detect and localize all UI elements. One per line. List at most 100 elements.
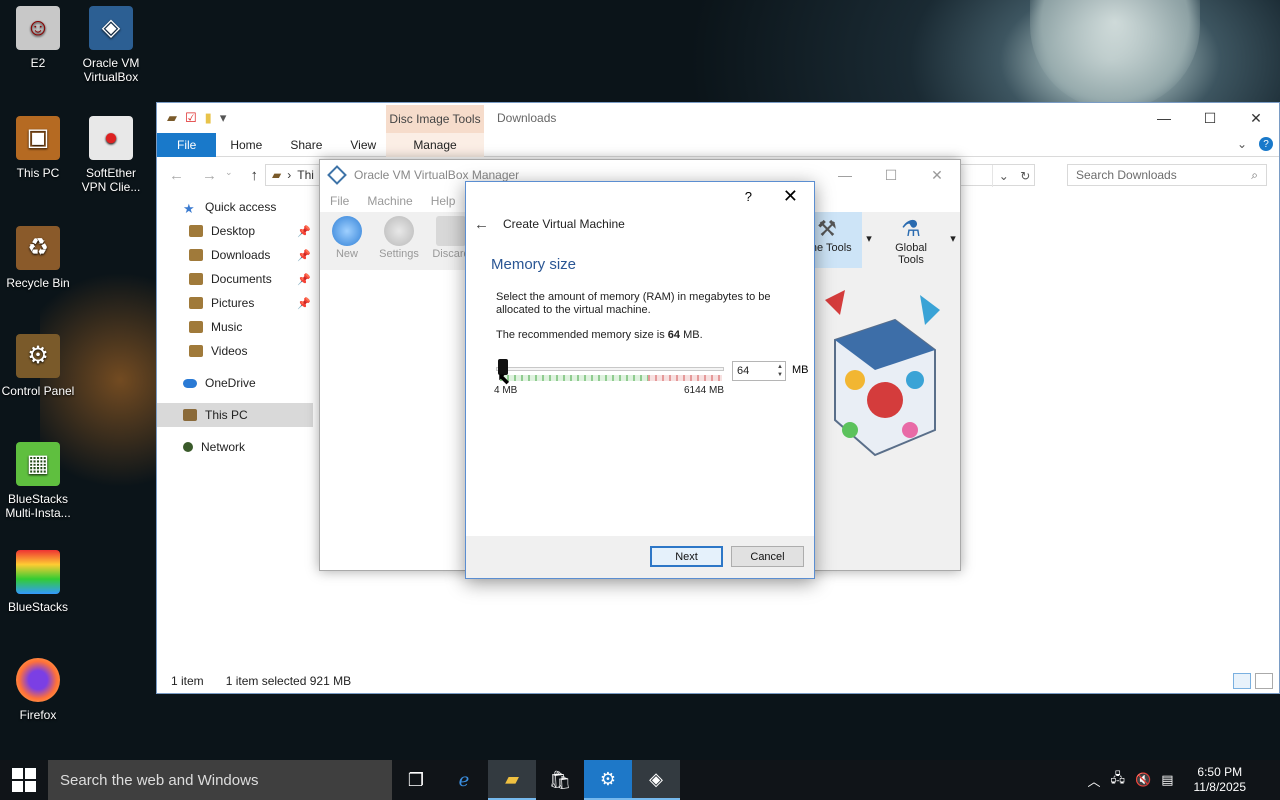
tab-file[interactable]: File: [157, 132, 217, 157]
desktop-icon-label: Control Panel: [1, 384, 75, 398]
message-icon[interactable]: ▤: [1161, 772, 1173, 788]
nav-item-quick-access[interactable]: ★ Quick access: [157, 195, 313, 219]
search-input[interactable]: Search Downloads ⌕: [1067, 164, 1267, 186]
nav-label: OneDrive: [205, 376, 256, 390]
nav-arrows: ← → ⌄ ↑: [157, 167, 258, 184]
search-placeholder: Search Downloads: [1076, 168, 1177, 182]
desktop-icon-control-panel[interactable]: ⚙ Control Panel: [0, 334, 76, 398]
up-arrow-icon[interactable]: ↑: [251, 167, 259, 184]
edge-icon[interactable]: ℯ: [440, 760, 488, 800]
spin-arrows-icon[interactable]: ▲ ▼: [777, 363, 783, 379]
network-icon: [183, 442, 193, 452]
vbox-title: Oracle VM VirtualBox Manager: [354, 168, 520, 182]
next-button[interactable]: Next: [650, 546, 723, 567]
vm-list[interactable]: [320, 270, 466, 570]
menu-file[interactable]: File: [330, 194, 349, 208]
minimize-icon[interactable]: —: [1141, 103, 1187, 133]
store-icon[interactable]: 🛍: [536, 760, 584, 800]
e2-icon: ☺: [16, 6, 60, 50]
desktop-icon-label: Firefox: [19, 708, 57, 722]
settings-button[interactable]: Settings: [376, 212, 422, 264]
discard-arrow-icon: [436, 216, 466, 246]
chevron-down-icon[interactable]: ▾: [946, 212, 960, 268]
large-icons-view-icon[interactable]: [1255, 673, 1273, 689]
refresh-icon[interactable]: ↻: [1020, 169, 1030, 183]
new-folder-icon[interactable]: ▮: [205, 110, 212, 126]
memory-slider-area: ⬉ 64 ▲ ▼ MB 4 MB 6144 MB: [494, 355, 809, 396]
desktop-icon-firefox[interactable]: Firefox: [0, 658, 76, 722]
chevron-up-icon[interactable]: ︿: [1088, 771, 1101, 790]
close-icon[interactable]: ✕: [1233, 103, 1279, 133]
nav-item-desktop[interactable]: Desktop 📌: [157, 219, 313, 243]
chevron-down-icon[interactable]: ⌄: [1237, 137, 1247, 151]
memory-spinbox[interactable]: 64 ▲ ▼: [732, 361, 786, 381]
slider-min-label: 4 MB: [494, 385, 518, 396]
task-view-icon[interactable]: ❐: [392, 760, 440, 800]
address-controls: ⌄ ↻: [992, 165, 1036, 187]
chevron-down-icon[interactable]: ⌄: [225, 167, 233, 184]
windows-logo-icon: [12, 768, 36, 792]
file-explorer-icon[interactable]: ▰: [488, 760, 536, 800]
taskbar-apps: ❐ ℯ ▰ 🛍 ⚙ ◈: [392, 760, 680, 800]
network-icon[interactable]: 🖧: [1111, 769, 1126, 791]
forward-icon[interactable]: →: [202, 167, 217, 184]
global-tools-label: Global Tools: [895, 242, 927, 266]
tab-view[interactable]: View: [336, 133, 390, 157]
help-icon[interactable]: ?: [745, 189, 752, 204]
details-view-icon[interactable]: [1233, 673, 1251, 689]
minimize-icon[interactable]: —: [822, 160, 868, 190]
nav-item-onedrive[interactable]: OneDrive: [157, 371, 313, 395]
bluestacks-multi-icon: ▦: [16, 442, 60, 486]
start-button[interactable]: [0, 760, 48, 800]
chevron-down-icon[interactable]: ▾: [862, 212, 876, 268]
back-icon[interactable]: ←: [169, 167, 184, 184]
this-pc-icon: ▣: [16, 116, 60, 160]
nav-item-network[interactable]: Network: [157, 435, 313, 459]
desktop-icon-bluestacks[interactable]: BlueStacks: [0, 550, 76, 614]
clock[interactable]: 6:50 PM 11/8/2025: [1184, 765, 1257, 795]
desktop-icon-virtualbox[interactable]: ◈ Oracle VM VirtualBox: [73, 6, 149, 84]
virtualbox-logo-icon: [327, 165, 347, 185]
customize-dropdown-icon[interactable]: ▾: [220, 110, 227, 126]
virtualbox-taskbar-icon[interactable]: ◈: [632, 760, 680, 800]
folder-icon: ▰: [272, 168, 282, 182]
nav-item-downloads[interactable]: Downloads 📌: [157, 243, 313, 267]
global-tools-button[interactable]: ⚗ Global Tools: [876, 212, 946, 268]
tab-manage[interactable]: Manage: [386, 132, 484, 157]
nav-label: Quick access: [205, 200, 277, 214]
chevron-down-icon[interactable]: ⌄: [999, 169, 1009, 183]
new-button[interactable]: New: [324, 212, 370, 264]
clock-date: 11/8/2025: [1193, 780, 1247, 794]
nav-item-music[interactable]: Music: [157, 315, 313, 339]
nav-label: Pictures: [211, 296, 255, 310]
help-icon[interactable]: ?: [1259, 137, 1273, 151]
memory-slider-track[interactable]: [496, 367, 724, 371]
menu-help[interactable]: Help: [431, 194, 456, 208]
nav-item-pictures[interactable]: Pictures 📌: [157, 291, 313, 315]
nav-item-this-pc[interactable]: This PC: [157, 403, 313, 427]
close-icon[interactable]: ✕: [783, 186, 798, 207]
control-panel-icon: ⚙: [16, 334, 60, 378]
menu-machine[interactable]: Machine: [367, 194, 412, 208]
desktop-icon-bluestacks-multi[interactable]: ▦ BlueStacks Multi-Insta...: [0, 442, 76, 520]
taskbar-search[interactable]: Search the web and Windows: [48, 760, 392, 800]
properties-icon[interactable]: ☑: [185, 110, 197, 126]
nav-item-videos[interactable]: Videos: [157, 339, 313, 363]
tab-home[interactable]: Home: [216, 133, 276, 157]
folder-icon[interactable]: ▰: [167, 110, 177, 126]
desktop-icon-recycle-bin[interactable]: ♻ Recycle Bin: [0, 226, 76, 290]
desktop-icon-this-pc[interactable]: ▣ This PC: [0, 116, 76, 180]
tab-share[interactable]: Share: [276, 133, 336, 157]
maximize-icon[interactable]: ☐: [868, 160, 914, 190]
desktop-icon-softether[interactable]: ● SoftEther VPN Clie...: [73, 116, 149, 194]
cancel-button[interactable]: Cancel: [731, 546, 804, 567]
settings-icon[interactable]: ⚙: [584, 760, 632, 800]
desktop-icon-e2[interactable]: ☺ E2: [0, 6, 76, 70]
maximize-icon[interactable]: ☐: [1187, 103, 1233, 133]
nav-item-documents[interactable]: Documents 📌: [157, 267, 313, 291]
unsafe-range: [648, 375, 722, 381]
pin-icon: 📌: [297, 249, 311, 262]
back-arrow-icon[interactable]: ←: [474, 216, 489, 233]
volume-muted-icon[interactable]: 🔇: [1135, 772, 1151, 788]
close-icon[interactable]: ✕: [914, 160, 960, 190]
